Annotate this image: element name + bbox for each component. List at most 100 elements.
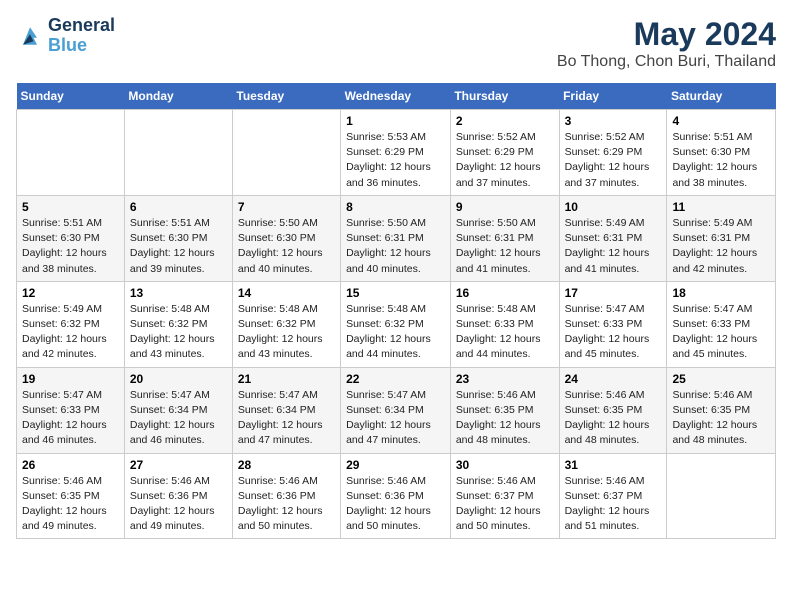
day-info: Sunrise: 5:46 AM Sunset: 6:36 PM Dayligh… bbox=[346, 474, 445, 535]
day-number: 13 bbox=[130, 286, 227, 300]
day-number: 18 bbox=[672, 286, 770, 300]
day-info: Sunrise: 5:51 AM Sunset: 6:30 PM Dayligh… bbox=[22, 216, 119, 277]
calendar-cell bbox=[17, 110, 125, 196]
logo-text: General Blue bbox=[48, 16, 115, 56]
calendar-cell: 13 Sunrise: 5:48 AM Sunset: 6:32 PM Dayli… bbox=[124, 281, 232, 367]
day-number: 20 bbox=[130, 372, 227, 386]
title-block: May 2024 Bo Thong, Chon Buri, Thailand bbox=[557, 16, 776, 71]
day-number: 30 bbox=[456, 458, 554, 472]
day-number: 15 bbox=[346, 286, 445, 300]
day-info: Sunrise: 5:48 AM Sunset: 6:32 PM Dayligh… bbox=[346, 302, 445, 363]
day-number: 24 bbox=[565, 372, 662, 386]
day-info: Sunrise: 5:46 AM Sunset: 6:35 PM Dayligh… bbox=[456, 388, 554, 449]
day-info: Sunrise: 5:49 AM Sunset: 6:32 PM Dayligh… bbox=[22, 302, 119, 363]
calendar-cell: 20 Sunrise: 5:47 AM Sunset: 6:34 PM Dayli… bbox=[124, 367, 232, 453]
calendar-cell: 3 Sunrise: 5:52 AM Sunset: 6:29 PM Daylig… bbox=[559, 110, 667, 196]
day-of-week-header: Sunday bbox=[17, 83, 125, 110]
day-number: 26 bbox=[22, 458, 119, 472]
day-info: Sunrise: 5:52 AM Sunset: 6:29 PM Dayligh… bbox=[565, 130, 662, 191]
calendar-cell: 8Sunrise: 5:50 AM Sunset: 6:31 PM Daylig… bbox=[341, 195, 451, 281]
logo: General Blue bbox=[16, 16, 115, 56]
calendar-week-row: 1 Sunrise: 5:53 AM Sunset: 6:29 PM Daylig… bbox=[17, 110, 776, 196]
day-number: 1 bbox=[346, 114, 445, 128]
calendar-cell bbox=[124, 110, 232, 196]
main-title: May 2024 bbox=[557, 16, 776, 53]
day-number: 9 bbox=[456, 200, 554, 214]
day-number: 27 bbox=[130, 458, 227, 472]
calendar-cell: 14 Sunrise: 5:48 AM Sunset: 6:32 PM Dayli… bbox=[232, 281, 340, 367]
day-of-week-header: Saturday bbox=[667, 83, 776, 110]
day-info: Sunrise: 5:48 AM Sunset: 6:33 PM Dayligh… bbox=[456, 302, 554, 363]
day-number: 25 bbox=[672, 372, 770, 386]
calendar-cell: 1 Sunrise: 5:53 AM Sunset: 6:29 PM Daylig… bbox=[341, 110, 451, 196]
day-number: 12 bbox=[22, 286, 119, 300]
day-info: Sunrise: 5:50 AM Sunset: 6:31 PM Dayligh… bbox=[346, 216, 445, 277]
day-info: Sunrise: 5:46 AM Sunset: 6:36 PM Dayligh… bbox=[130, 474, 227, 535]
calendar-cell: 5 Sunrise: 5:51 AM Sunset: 6:30 PM Daylig… bbox=[17, 195, 125, 281]
day-number: 31 bbox=[565, 458, 662, 472]
calendar-cell: 29 Sunrise: 5:46 AM Sunset: 6:36 PM Dayli… bbox=[341, 453, 451, 539]
day-number: 10 bbox=[565, 200, 662, 214]
calendar-cell: 18 Sunrise: 5:47 AM Sunset: 6:33 PM Dayli… bbox=[667, 281, 776, 367]
day-number: 16 bbox=[456, 286, 554, 300]
calendar-cell: 31 Sunrise: 5:46 AM Sunset: 6:37 PM Dayli… bbox=[559, 453, 667, 539]
day-info: Sunrise: 5:53 AM Sunset: 6:29 PM Dayligh… bbox=[346, 130, 445, 191]
calendar-week-row: 12 Sunrise: 5:49 AM Sunset: 6:32 PM Dayli… bbox=[17, 281, 776, 367]
day-of-week-header: Thursday bbox=[450, 83, 559, 110]
calendar-cell: 7Sunrise: 5:50 AM Sunset: 6:30 PM Daylig… bbox=[232, 195, 340, 281]
calendar-body: 1 Sunrise: 5:53 AM Sunset: 6:29 PM Daylig… bbox=[17, 110, 776, 539]
day-number: 4 bbox=[672, 114, 770, 128]
day-number: 28 bbox=[238, 458, 335, 472]
calendar-cell bbox=[232, 110, 340, 196]
calendar-cell: 19Sunrise: 5:47 AM Sunset: 6:33 PM Dayli… bbox=[17, 367, 125, 453]
page-header: General Blue May 2024 Bo Thong, Chon Bur… bbox=[16, 16, 776, 71]
calendar-cell: 11 Sunrise: 5:49 AM Sunset: 6:31 PM Dayli… bbox=[667, 195, 776, 281]
day-of-week-row: SundayMondayTuesdayWednesdayThursdayFrid… bbox=[17, 83, 776, 110]
calendar-cell: 17 Sunrise: 5:47 AM Sunset: 6:33 PM Dayli… bbox=[559, 281, 667, 367]
day-number: 29 bbox=[346, 458, 445, 472]
day-number: 5 bbox=[22, 200, 119, 214]
calendar-cell: 15 Sunrise: 5:48 AM Sunset: 6:32 PM Dayli… bbox=[341, 281, 451, 367]
day-of-week-header: Tuesday bbox=[232, 83, 340, 110]
day-number: 23 bbox=[456, 372, 554, 386]
day-info: Sunrise: 5:46 AM Sunset: 6:35 PM Dayligh… bbox=[672, 388, 770, 449]
day-info: Sunrise: 5:47 AM Sunset: 6:33 PM Dayligh… bbox=[565, 302, 662, 363]
day-number: 14 bbox=[238, 286, 335, 300]
day-info: Sunrise: 5:46 AM Sunset: 6:36 PM Dayligh… bbox=[238, 474, 335, 535]
calendar-cell: 6Sunrise: 5:51 AM Sunset: 6:30 PM Daylig… bbox=[124, 195, 232, 281]
day-info: Sunrise: 5:46 AM Sunset: 6:35 PM Dayligh… bbox=[22, 474, 119, 535]
logo-icon bbox=[16, 22, 44, 50]
calendar-week-row: 19Sunrise: 5:47 AM Sunset: 6:33 PM Dayli… bbox=[17, 367, 776, 453]
day-info: Sunrise: 5:48 AM Sunset: 6:32 PM Dayligh… bbox=[238, 302, 335, 363]
day-info: Sunrise: 5:49 AM Sunset: 6:31 PM Dayligh… bbox=[565, 216, 662, 277]
calendar-cell: 2 Sunrise: 5:52 AM Sunset: 6:29 PM Daylig… bbox=[450, 110, 559, 196]
calendar-table: SundayMondayTuesdayWednesdayThursdayFrid… bbox=[16, 83, 776, 539]
day-number: 2 bbox=[456, 114, 554, 128]
calendar-cell: 26 Sunrise: 5:46 AM Sunset: 6:35 PM Dayli… bbox=[17, 453, 125, 539]
day-info: Sunrise: 5:46 AM Sunset: 6:35 PM Dayligh… bbox=[565, 388, 662, 449]
day-info: Sunrise: 5:46 AM Sunset: 6:37 PM Dayligh… bbox=[565, 474, 662, 535]
calendar-week-row: 5 Sunrise: 5:51 AM Sunset: 6:30 PM Daylig… bbox=[17, 195, 776, 281]
day-number: 17 bbox=[565, 286, 662, 300]
calendar-cell bbox=[667, 453, 776, 539]
calendar-cell: 27 Sunrise: 5:46 AM Sunset: 6:36 PM Dayli… bbox=[124, 453, 232, 539]
calendar-cell: 23 Sunrise: 5:46 AM Sunset: 6:35 PM Dayli… bbox=[450, 367, 559, 453]
day-number: 7 bbox=[238, 200, 335, 214]
day-info: Sunrise: 5:52 AM Sunset: 6:29 PM Dayligh… bbox=[456, 130, 554, 191]
day-info: Sunrise: 5:47 AM Sunset: 6:33 PM Dayligh… bbox=[672, 302, 770, 363]
day-number: 3 bbox=[565, 114, 662, 128]
day-number: 11 bbox=[672, 200, 770, 214]
day-info: Sunrise: 5:47 AM Sunset: 6:34 PM Dayligh… bbox=[130, 388, 227, 449]
day-info: Sunrise: 5:48 AM Sunset: 6:32 PM Dayligh… bbox=[130, 302, 227, 363]
calendar-cell: 25 Sunrise: 5:46 AM Sunset: 6:35 PM Dayli… bbox=[667, 367, 776, 453]
day-info: Sunrise: 5:49 AM Sunset: 6:31 PM Dayligh… bbox=[672, 216, 770, 277]
calendar-cell: 30 Sunrise: 5:46 AM Sunset: 6:37 PM Dayli… bbox=[450, 453, 559, 539]
calendar-cell: 21Sunrise: 5:47 AM Sunset: 6:34 PM Dayli… bbox=[232, 367, 340, 453]
calendar-cell: 24 Sunrise: 5:46 AM Sunset: 6:35 PM Dayli… bbox=[559, 367, 667, 453]
day-number: 22 bbox=[346, 372, 445, 386]
day-info: Sunrise: 5:47 AM Sunset: 6:33 PM Dayligh… bbox=[22, 388, 119, 449]
day-info: Sunrise: 5:50 AM Sunset: 6:31 PM Dayligh… bbox=[456, 216, 554, 277]
calendar-cell: 12 Sunrise: 5:49 AM Sunset: 6:32 PM Dayli… bbox=[17, 281, 125, 367]
calendar-cell: 28 Sunrise: 5:46 AM Sunset: 6:36 PM Dayli… bbox=[232, 453, 340, 539]
day-info: Sunrise: 5:46 AM Sunset: 6:37 PM Dayligh… bbox=[456, 474, 554, 535]
